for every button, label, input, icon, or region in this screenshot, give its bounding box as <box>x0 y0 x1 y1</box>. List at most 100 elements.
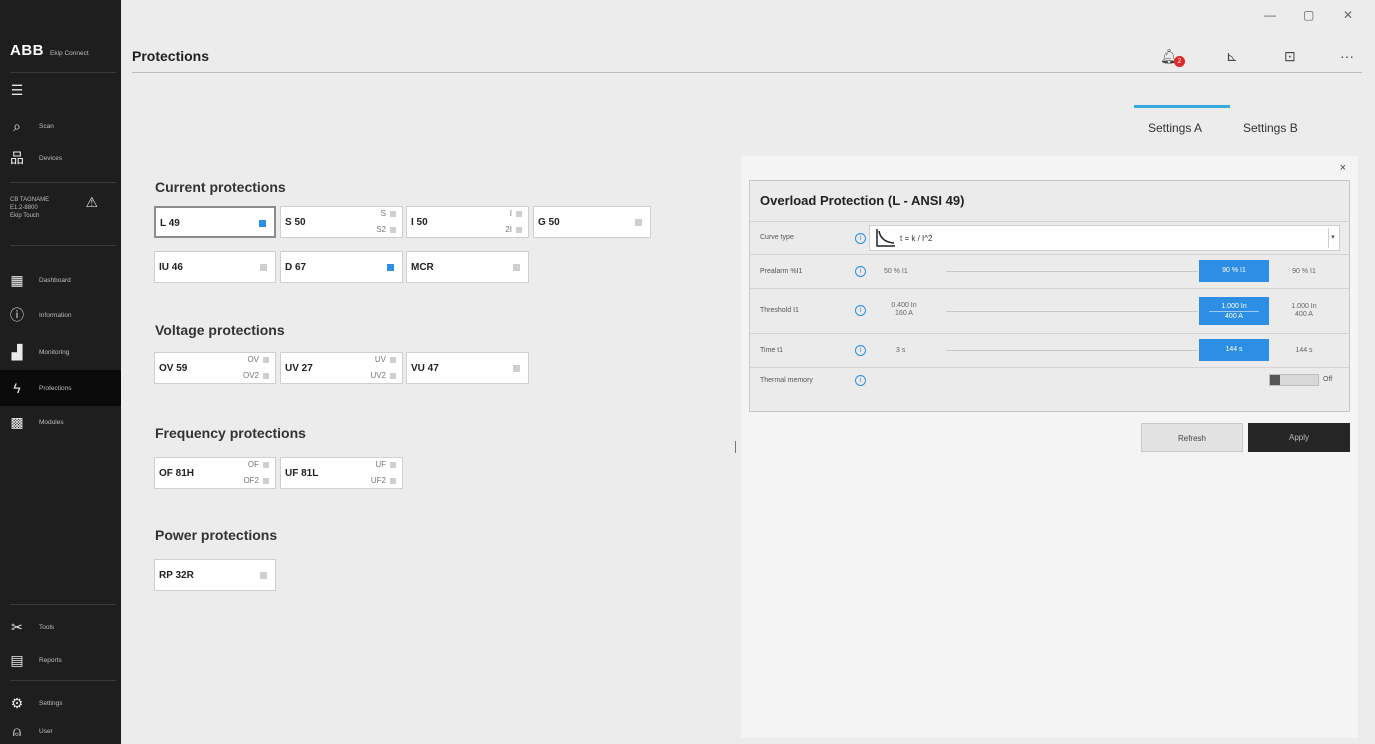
threshold-max-a: 400 A <box>1295 311 1313 318</box>
sidebar-item-devices[interactable]: 品 Devices <box>0 143 121 173</box>
warning-icon: ⚠ <box>85 194 98 210</box>
curve-icon <box>876 229 895 247</box>
sidebar-item-modules[interactable]: ▩ Modules <box>0 407 121 437</box>
close-panel-button[interactable]: × <box>1340 162 1346 174</box>
protection-card-s50[interactable]: S 50 S S2 <box>280 206 403 238</box>
threshold-value[interactable]: 1.000 In 400 A <box>1199 297 1269 325</box>
active-tab-indicator <box>1134 105 1230 108</box>
sub-status-square <box>390 357 396 363</box>
toggle-knob <box>1270 375 1280 385</box>
chevron-down-icon[interactable]: ▾ <box>1328 228 1337 248</box>
sidebar-item-information[interactable]: ⓘ Information <box>0 300 121 330</box>
restore-button[interactable]: ▢ <box>1303 8 1314 22</box>
protection-card-i50[interactable]: I 50 I 2I <box>406 206 529 238</box>
protection-card-iu46[interactable]: IU 46 <box>154 251 276 283</box>
threshold-value-a: 400 A <box>1225 313 1243 320</box>
hamburger-icon[interactable]: ☰ <box>9 82 25 98</box>
sub-status-square <box>516 211 522 217</box>
sidebar-item-settings[interactable]: ⚙ Settings <box>0 688 121 718</box>
status-square <box>513 365 520 372</box>
protection-card-d67[interactable]: D 67 <box>280 251 403 283</box>
status-square <box>260 264 267 271</box>
threshold-value-in: 1.000 In <box>1209 302 1259 312</box>
sidebar-item-protections[interactable]: ϟ Protections <box>0 370 121 406</box>
sub-status-square <box>390 478 396 484</box>
card-name: D 67 <box>285 262 307 273</box>
card-sub-label: OF <box>247 460 259 469</box>
section-title-frequency: Frequency protections <box>155 425 306 441</box>
sidebar-item-user[interactable]: ⍝ User <box>0 716 121 744</box>
tab-settings-b[interactable]: Settings B <box>1243 121 1298 135</box>
info-icon[interactable]: i <box>855 266 866 277</box>
app-name: Ekip Connect <box>50 50 89 57</box>
sidebar-item-dashboard[interactable]: ▦ Dashboard <box>0 265 121 295</box>
protection-card-l49[interactable]: L 49 <box>154 206 276 238</box>
protection-card-of81h[interactable]: OF 81H OF OF2 <box>154 457 276 489</box>
sidebar: ABB Ekip Connect ☰ ⌕ Scan 品 Devices CB T… <box>0 0 121 744</box>
more-icon[interactable]: ··· <box>1340 48 1354 64</box>
threshold-max-in: 1.000 In <box>1291 303 1317 310</box>
curve-type-select[interactable]: t = k / I^2 ▾ <box>869 225 1340 251</box>
sidebar-item-label: Scan <box>39 122 54 130</box>
sidebar-item-scan[interactable]: ⌕ Scan <box>0 111 121 141</box>
time-max: 144 s <box>1295 347 1313 354</box>
info-icon[interactable]: i <box>855 305 866 316</box>
download-icon[interactable]: ⊡ <box>1284 48 1296 65</box>
card-name: I 50 <box>411 217 428 228</box>
refresh-button[interactable]: Refresh <box>1141 423 1243 452</box>
protection-card-rp32r[interactable]: RP 32R <box>154 559 276 591</box>
network-icon: 品 <box>10 150 24 166</box>
threshold-label: Threshold I1 <box>760 307 799 314</box>
protection-card-uv27[interactable]: UV 27 UV UV2 <box>280 352 403 384</box>
sidebar-item-label: Settings <box>39 699 63 707</box>
gear-icon: ⚙ <box>10 694 24 711</box>
prealarm-value[interactable]: 90 % I1 <box>1199 260 1269 282</box>
time-value[interactable]: 144 s <box>1199 339 1269 361</box>
protection-card-mcr[interactable]: MCR <box>406 251 529 283</box>
sidebar-divider <box>10 72 116 73</box>
sidebar-divider <box>10 604 116 605</box>
sub-status-square <box>390 462 396 468</box>
protection-card-ov59[interactable]: OV 59 OV OV2 <box>154 352 276 384</box>
status-square <box>387 264 394 271</box>
sidebar-item-reports[interactable]: ▤ Reports <box>0 645 121 675</box>
thermal-memory-toggle[interactable] <box>1269 374 1319 386</box>
thermal-memory-row: Thermal memory i Off <box>750 367 1349 393</box>
time-slider[interactable] <box>946 350 1198 351</box>
device-info[interactable]: CB TAGNAME E1.2-8800 Ekip Touch ⚠ <box>10 194 116 220</box>
info-icon[interactable]: i <box>855 345 866 356</box>
sidebar-divider <box>10 245 116 246</box>
protection-card-uf81l[interactable]: UF 81L UF UF2 <box>280 457 403 489</box>
search-icon: ⌕ <box>13 117 21 134</box>
panel-splitter[interactable] <box>735 441 736 453</box>
protection-card-g50[interactable]: G 50 <box>533 206 651 238</box>
sidebar-item-tools[interactable]: ✂ Tools <box>0 612 121 642</box>
info-icon[interactable]: i <box>855 375 866 386</box>
lightning-icon: ϟ <box>13 380 21 396</box>
tab-settings-a[interactable]: Settings A <box>1148 121 1202 135</box>
status-square <box>259 220 266 227</box>
close-window-button[interactable]: ✕ <box>1343 8 1353 22</box>
dashboard-icon: ▦ <box>10 271 24 288</box>
threshold-min-a: 160 A <box>895 310 913 317</box>
curve-chart-icon[interactable]: ⊾ <box>1226 48 1238 65</box>
time-row: Time t1 i 3 s 144 s 144 s <box>750 333 1349 366</box>
card-name: RP 32R <box>159 570 194 581</box>
minimize-button[interactable]: — <box>1264 8 1276 22</box>
apply-button[interactable]: Apply <box>1248 423 1350 452</box>
info-icon[interactable]: i <box>855 233 866 244</box>
card-name: S 50 <box>285 217 306 228</box>
time-min: 3 s <box>896 347 906 354</box>
grid-icon: ▩ <box>10 413 24 430</box>
card-name: OV 59 <box>159 363 188 374</box>
sidebar-item-label: Tools <box>39 623 55 631</box>
user-icon: ⍝ <box>12 722 22 739</box>
sidebar-item-label: Devices <box>39 154 63 162</box>
sidebar-item-monitoring[interactable]: ▟ Monitoring <box>0 337 121 367</box>
prealarm-slider[interactable] <box>946 271 1198 272</box>
card-sub-label: UF2 <box>370 476 386 485</box>
card-name: L 49 <box>160 218 180 229</box>
protection-card-vu47[interactable]: VU 47 <box>406 352 529 384</box>
info-icon: ⓘ <box>10 307 24 323</box>
threshold-slider[interactable] <box>946 311 1198 312</box>
